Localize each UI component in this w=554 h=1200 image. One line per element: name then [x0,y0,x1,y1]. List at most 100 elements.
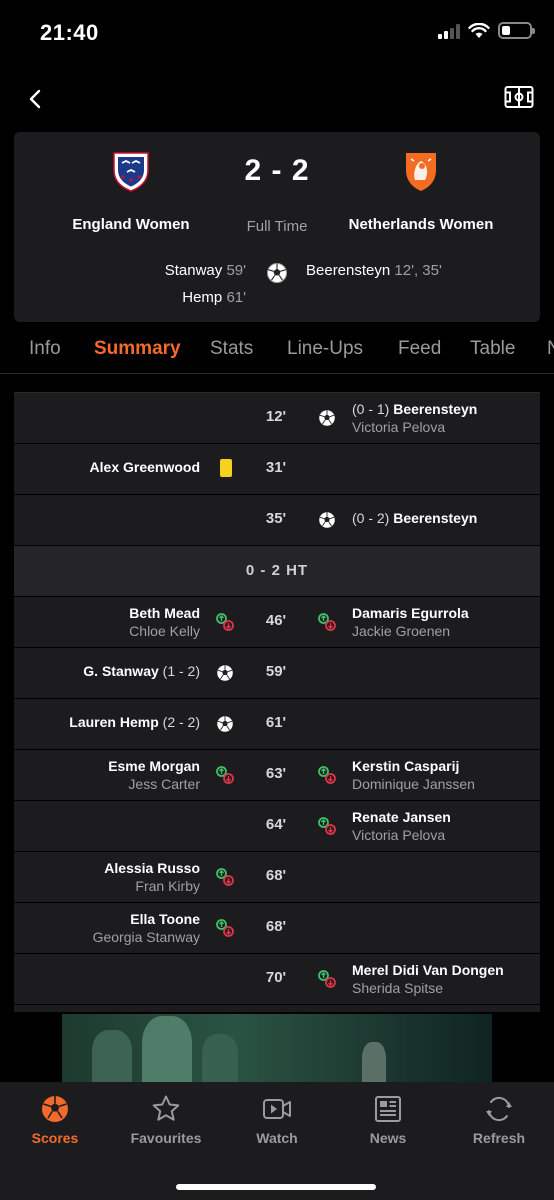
away-team[interactable]: Netherlands Women [326,150,516,233]
pitch-icon[interactable] [504,84,534,110]
away-event: Renate Jansen Victoria Pelova [352,809,451,843]
status-bar: 21:40 [0,0,554,66]
home-scorer: Hemp 61' [182,289,246,306]
player-name[interactable]: G. Stanway [83,663,158,679]
ad-figure [92,1030,132,1082]
substitution-icon [318,970,336,988]
scorer-name: Stanway [164,262,223,279]
match-events-list: 12' (0 - 1) Beerensteyn Victoria Pelova … [14,392,540,1012]
player-out-name[interactable]: Fran Kirby [104,878,200,894]
tab-line-ups[interactable]: Line-Ups [287,338,363,360]
player-in-name[interactable]: Beth Mead [129,605,200,621]
back-button[interactable] [22,86,48,112]
substitution-icon [216,919,234,937]
home-indicator[interactable] [176,1184,376,1190]
signal-icon [438,23,460,39]
event-row: G. Stanway (1 - 2) 59' [14,648,540,699]
substitution-icon [216,766,234,784]
player-in-name[interactable]: Renate Jansen [352,809,451,825]
player-name[interactable]: Alex Greenwood [90,459,200,475]
match-tabs: Info Summary Stats Line-Ups Feed Table N [0,326,554,374]
scorer-name: Beerensteyn [306,262,391,279]
match-status: Full Time [246,218,308,235]
player-in-name[interactable]: Esme Morgan [108,758,200,774]
nav-refresh[interactable]: Refresh [444,1094,554,1146]
event-minute: 68' [265,867,287,884]
top-nav [0,80,554,120]
bottom-tab-bar: Scores Favourites Watch News Refresh [0,1082,554,1200]
event-minute: 12' [265,408,287,425]
player-out-name[interactable]: Georgia Stanway [93,929,200,945]
yellow-card-icon [220,459,232,477]
video-icon [263,1099,291,1119]
home-event: Beth Mead Chloe Kelly [129,605,200,639]
event-score: (0 - 1) [352,401,390,417]
event-minute: 61' [265,714,287,731]
status-time: 21:40 [40,20,99,45]
scorer-minute: 59' [226,262,246,279]
away-team-name: Netherlands Women [348,216,494,233]
goal-ball-icon [217,665,233,681]
scorer-minute: 61' [226,289,246,306]
nav-watch[interactable]: Watch [222,1094,332,1146]
event-row: 35' (0 - 2) Beerensteyn [14,495,540,546]
event-minute: 63' [265,765,287,782]
home-event: Alessia Russo Fran Kirby [104,860,200,894]
home-event: Ella Toone Georgia Stanway [93,911,200,945]
player-in-name[interactable]: Damaris Egurrola [352,605,469,621]
player-in-name[interactable]: Ella Toone [93,911,200,927]
battery-icon [498,22,535,39]
player-out-name[interactable]: Jess Carter [108,776,200,792]
player-out-name[interactable]: Victoria Pelova [352,827,451,843]
star-icon [152,1095,180,1121]
netherlands-crest-icon [406,153,436,191]
tab-info[interactable]: Info [29,338,61,360]
player-name[interactable]: Lauren Hemp [69,714,158,730]
player-name[interactable]: Beerensteyn [393,510,477,526]
nav-news[interactable]: News [333,1094,443,1146]
event-minute: 64' [265,816,287,833]
half-time-row: 0 - 2 HT [14,546,540,597]
away-event: (0 - 1) Beerensteyn Victoria Pelova [352,401,477,435]
nav-label: News [369,1130,407,1146]
event-score: (0 - 2) [352,510,390,526]
half-time-label: 0 - 2 HT [245,562,309,579]
assist-name[interactable]: Victoria Pelova [352,419,477,435]
event-row: 64' Renate Jansen Victoria Pelova [14,801,540,852]
substitution-icon [318,613,336,631]
tab-stats[interactable]: Stats [210,338,253,360]
substitution-icon [318,766,336,784]
player-in-name[interactable]: Kerstin Casparij [352,758,475,774]
tab-feed[interactable]: Feed [398,338,441,360]
player-in-name[interactable]: Merel Didi Van Dongen [352,962,504,978]
away-event: Kerstin Casparij Dominique Janssen [352,758,475,792]
away-event: (0 - 2) Beerensteyn [352,510,477,526]
home-scorer: Stanway 59' [165,262,246,279]
home-event: G. Stanway (1 - 2) [83,663,200,679]
nav-favourites[interactable]: Favourites [111,1094,221,1146]
ad-banner[interactable] [62,1014,492,1082]
away-event: Damaris Egurrola Jackie Groenen [352,605,469,639]
tab-table[interactable]: Table [470,338,515,360]
football-icon [267,263,287,283]
player-out-name[interactable]: Jackie Groenen [352,623,469,639]
player-out-name[interactable]: Sherida Spitse [352,980,504,996]
match-score: 2 - 2 [244,154,310,187]
goal-ball-icon [319,512,335,528]
tab-summary[interactable]: Summary [94,338,181,360]
tab-more[interactable]: N [547,338,554,360]
substitution-icon [216,613,234,631]
event-row-partial [14,1005,540,1012]
event-row: 12' (0 - 1) Beerensteyn Victoria Pelova [14,393,540,444]
event-minute: 70' [265,969,287,986]
home-team[interactable]: England Women [36,150,226,233]
event-score: (1 - 2) [162,663,200,679]
player-name[interactable]: Beerensteyn [393,401,477,417]
event-minute: 68' [265,918,287,935]
player-out-name[interactable]: Chloe Kelly [129,623,200,639]
football-icon [42,1096,68,1122]
player-in-name[interactable]: Alessia Russo [104,860,200,876]
player-out-name[interactable]: Dominique Janssen [352,776,475,792]
nav-scores[interactable]: Scores [0,1094,110,1146]
home-event: Lauren Hemp (2 - 2) [69,714,200,730]
